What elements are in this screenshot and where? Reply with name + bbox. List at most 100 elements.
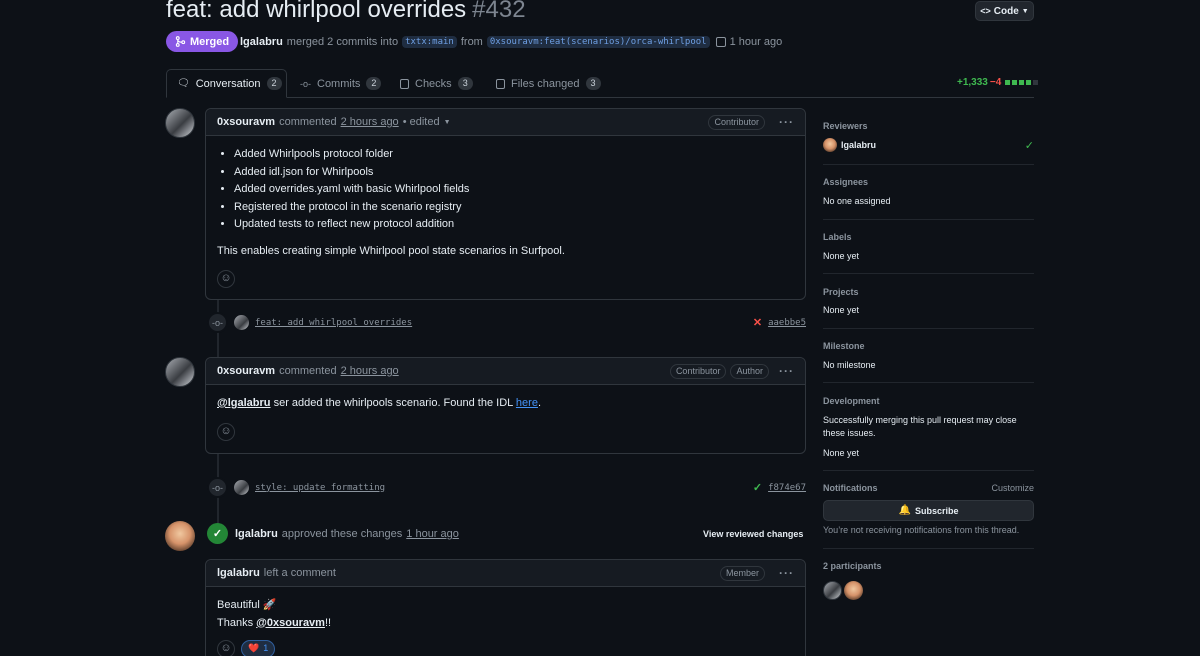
merged-text: merged 2 commits into <box>286 36 399 48</box>
view-reviewed-changes-button[interactable]: View reviewed changes <box>703 529 803 539</box>
avatar[interactable] <box>165 357 195 387</box>
pr-title: feat: add whirlpool overrides #432 <box>166 0 526 26</box>
avatar[interactable] <box>844 581 863 600</box>
list-item: Registered the protocol in the scenario … <box>234 199 794 217</box>
tab-count: 3 <box>585 77 601 90</box>
labels-heading[interactable]: Labels <box>823 232 1034 242</box>
pr-title-text: feat: add whirlpool overrides <box>166 0 467 23</box>
notification-status: You’re not receiving notifications from … <box>823 525 1020 535</box>
bell-icon: 🔔 <box>898 505 911 516</box>
contributor-badge: Contributor <box>708 114 765 130</box>
avatar[interactable] <box>234 480 249 495</box>
reviewer-row[interactable]: lgalabru ✓ <box>823 138 1034 152</box>
comment-body: @lgalabru ser added the whirlpools scena… <box>206 385 805 451</box>
comment-author[interactable]: 0xsouravm <box>217 116 275 128</box>
kebab-menu-icon[interactable]: ··· <box>779 364 794 378</box>
base-branch[interactable]: txtx:main <box>402 36 457 48</box>
divider <box>823 328 1034 329</box>
diff-block <box>1005 80 1011 85</box>
chevron-down-icon[interactable]: ▼ <box>444 119 451 126</box>
development-text: Successfully merging this pull request m… <box>823 415 1017 438</box>
commit-row: -o- style: update formatting ✓ f874e67 <box>207 477 806 498</box>
commit-message[interactable]: style: update formatting <box>255 483 385 493</box>
commit-sha[interactable]: aaebbe5 <box>768 318 806 328</box>
customize-link[interactable]: Customize <box>991 483 1034 493</box>
diff-block <box>1026 80 1032 85</box>
avatar[interactable] <box>165 108 195 138</box>
subscribe-label: Subscribe <box>914 505 959 516</box>
head-branch[interactable]: 0xsouravm:feat(scenarios)/orca-whirlpool <box>486 36 710 48</box>
merged-time[interactable]: 1 hour ago <box>730 36 783 48</box>
assignees-heading[interactable]: Assignees <box>823 177 1034 187</box>
check-icon[interactable]: ✓ <box>753 481 762 494</box>
comment-action: commented <box>279 116 337 128</box>
comment-time[interactable]: 2 hours ago <box>341 365 399 377</box>
comment-2: 0xsouravm commented 2 hours ago Contribu… <box>205 357 806 454</box>
pr-tabs: 🗨 Conversation 2 -o- Commits 2 Checks 3 … <box>166 69 1034 98</box>
add-reaction-button[interactable]: ☺ <box>217 270 235 288</box>
notifications-heading: Notifications <box>823 483 878 493</box>
comment-time[interactable]: 2 hours ago <box>341 116 399 128</box>
git-commit-icon: -o- <box>207 477 228 498</box>
tab-count: 2 <box>366 77 382 90</box>
avatar[interactable] <box>823 581 842 600</box>
tab-commits[interactable]: -o- Commits 2 <box>290 69 391 98</box>
add-reaction-button[interactable]: ☺ <box>217 422 235 441</box>
comment-header: 0xsouravm commented 2 hours ago • edited… <box>206 109 805 136</box>
user-mention[interactable]: @0xsouravm <box>256 617 325 629</box>
comment-header: 0xsouravm commented 2 hours ago Contribu… <box>206 358 805 385</box>
subscribe-button[interactable]: 🔔 Subscribe <box>823 500 1034 521</box>
reaction-count: 1 <box>263 643 269 654</box>
code-button-label: Code <box>993 5 1019 17</box>
merger-username[interactable]: lgalabru <box>240 36 283 48</box>
comment-line: Thanks @0xsouravm!! <box>217 615 794 633</box>
avatar <box>823 138 837 152</box>
idl-link[interactable]: here <box>516 397 538 409</box>
comment-text: ser added the whirlpools scenario. Found… <box>270 397 516 409</box>
change-list: Added Whirlpools protocol folder Added i… <box>217 146 794 234</box>
comment-line: Beautiful 🚀 <box>217 599 277 611</box>
commit-icon: -o- <box>300 78 311 89</box>
x-icon[interactable]: ✕ <box>753 316 762 329</box>
divider <box>823 164 1034 165</box>
tab-files-changed[interactable]: Files changed 3 <box>486 69 611 98</box>
reviewers-heading[interactable]: Reviewers <box>823 121 1034 131</box>
conversation-icon: 🗨 <box>177 78 190 89</box>
review-time[interactable]: 1 hour ago <box>406 528 459 540</box>
comment-header: lgalabru left a comment Member ··· <box>206 560 805 587</box>
checklist-icon <box>400 78 409 89</box>
comment-author[interactable]: 0xsouravm <box>217 365 275 377</box>
user-mention[interactable]: @lgalabru <box>217 397 271 409</box>
tab-checks[interactable]: Checks 3 <box>390 69 483 98</box>
avatar[interactable] <box>234 315 249 330</box>
commit-sha[interactable]: f874e67 <box>768 483 806 493</box>
copy-icon[interactable] <box>715 37 726 47</box>
reviewer-username[interactable]: lgalabru <box>235 528 278 540</box>
kebab-menu-icon[interactable]: ··· <box>779 115 794 129</box>
tab-conversation[interactable]: 🗨 Conversation 2 <box>166 69 287 98</box>
add-reaction-button[interactable]: ☺ <box>217 640 235 656</box>
comment-author[interactable]: lgalabru <box>217 567 260 579</box>
kebab-menu-icon[interactable]: ··· <box>779 566 794 580</box>
edited-label[interactable]: • edited <box>403 116 440 128</box>
commit-message[interactable]: feat: add whirlpool overrides <box>255 318 412 328</box>
avatar[interactable] <box>165 521 195 551</box>
projects-heading[interactable]: Projects <box>823 287 1034 297</box>
development-heading[interactable]: Development <box>823 396 1034 406</box>
heart-reaction-button[interactable]: ❤️ 1 <box>241 640 276 656</box>
projects-value: None yet <box>823 305 860 315</box>
divider <box>823 273 1034 274</box>
milestone-heading[interactable]: Milestone <box>823 341 1034 351</box>
merged-state-label: Merged <box>190 35 230 48</box>
diff-stat: +1,333 −4 <box>957 77 1039 88</box>
development-value: None yet <box>823 448 860 458</box>
list-item: Added idl.json for Whirlpools <box>234 164 794 182</box>
pr-subtitle: lgalabru merged 2 commits into txtx:main… <box>240 34 782 50</box>
code-button[interactable]: <> Code ▼ <box>975 1 1034 21</box>
milestone-value: No milestone <box>823 360 876 370</box>
comment-1: 0xsouravm commented 2 hours ago • edited… <box>205 108 806 300</box>
tab-label: Checks <box>415 77 452 90</box>
file-diff-icon <box>496 78 505 89</box>
divider <box>823 548 1034 549</box>
divider <box>823 470 1034 471</box>
